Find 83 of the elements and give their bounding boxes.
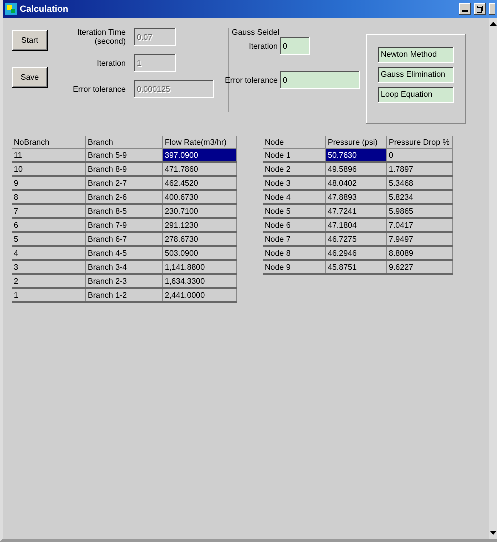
table-cell: 1 (12, 288, 86, 302)
table-cell: Branch 8-9 (86, 162, 162, 176)
table-cell: 7.0417 (386, 218, 452, 232)
table-cell: 50.7630 (326, 148, 386, 162)
maximize-button[interactable] (474, 3, 486, 15)
field-label: Error tolerance (72, 84, 126, 94)
table-cell: 47.8893 (326, 190, 386, 204)
table-cell: Branch 7-9 (86, 218, 162, 232)
table-cell: 47.1804 (326, 218, 386, 232)
table-cell: Branch 2-3 (86, 274, 162, 288)
scroll-bar[interactable] (489, 18, 497, 539)
input-field[interactable]: 0 (280, 71, 360, 89)
table-cell: Node 9 (263, 260, 326, 274)
table-cell: 49.5896 (326, 162, 386, 176)
table-cell: 5.3468 (386, 176, 452, 190)
group-title: Gauss Seidel (232, 28, 281, 37)
table-cell: 5.8234 (386, 190, 452, 204)
table-cell: 5.9865 (386, 204, 452, 218)
table-cell: 47.7241 (326, 204, 386, 218)
table-cell: 8.8089 (386, 246, 452, 260)
app-icon (5, 3, 17, 15)
scroll-up-icon (490, 22, 496, 26)
table-cell: Branch 4-5 (86, 246, 162, 260)
table-cell: Node 6 (263, 218, 326, 232)
field-label: Iteration (96, 58, 126, 68)
table-cell: 7.9497 (386, 232, 452, 246)
table-cell: Node 2 (263, 162, 326, 176)
table-cell: 1,634.3300 (162, 274, 236, 288)
table-cell: 9 (12, 176, 86, 190)
table-cell: 471.7860 (162, 162, 236, 176)
save-button[interactable]: Save (12, 67, 48, 88)
table-cell: 1.7897 (386, 162, 452, 176)
table-cell: 397.0900 (162, 148, 236, 162)
table-cell: Branch 3-4 (86, 260, 162, 274)
table-cell: Node 8 (263, 246, 326, 260)
table-cell: 45.8751 (326, 260, 386, 274)
table-cell: 11 (12, 148, 86, 162)
table-cell: 278.6730 (162, 232, 236, 246)
table-cell: Node 5 (263, 204, 326, 218)
table-cell: Node 7 (263, 232, 326, 246)
table-cell: 7 (12, 204, 86, 218)
table-cell: 48.0402 (326, 176, 386, 190)
table-cell: 2,441.0000 (162, 288, 236, 302)
scroll-down-icon (490, 531, 496, 535)
table-cell: 10 (12, 162, 86, 176)
table-cell: 0 (386, 148, 452, 162)
field-label: Iteration Time (second) (76, 28, 126, 46)
table-cell: Branch 8-5 (86, 204, 162, 218)
table-cell: Node 3 (263, 176, 326, 190)
field-label: Iteration (249, 42, 278, 50)
window-title: Calculation (20, 4, 69, 14)
method-option[interactable]: Loop Equation (378, 87, 454, 103)
table-cell: 2 (12, 274, 86, 288)
table-cell: 8 (12, 190, 86, 204)
table-cell: 46.7275 (326, 232, 386, 246)
column-header: Branch (86, 136, 162, 148)
table-cell: Branch 1-2 (86, 288, 162, 302)
table-cell: 4 (12, 246, 86, 260)
method-option[interactable]: Gauss Elimination (378, 67, 454, 83)
table-cell: Branch 2-7 (86, 176, 162, 190)
table-cell: 9.6227 (386, 260, 452, 274)
table-cell: 462.4520 (162, 176, 236, 190)
table-cell: 1,141.8800 (162, 260, 236, 274)
table-cell: 6 (12, 218, 86, 232)
table-cell: Branch 6-7 (86, 232, 162, 246)
minimize-button[interactable] (459, 3, 471, 15)
column-header: Node (263, 136, 326, 148)
table-cell: Branch 2-6 (86, 190, 162, 204)
table-cell: 5 (12, 232, 86, 246)
table-cell: 230.7100 (162, 204, 236, 218)
method-option[interactable]: Newton Method (378, 47, 454, 63)
table-cell: 503.0900 (162, 246, 236, 260)
start-button[interactable]: Start (12, 30, 48, 51)
table-cell: 291.1230 (162, 218, 236, 232)
input-field[interactable]: 0 (280, 37, 310, 55)
column-header: Pressure Drop % (386, 136, 452, 148)
field-label: Error tolerance (225, 76, 278, 84)
table-cell: 400.6730 (162, 190, 236, 204)
table-cell: 46.2946 (326, 246, 386, 260)
table-cell: Node 4 (263, 190, 326, 204)
column-header: NoBranch (12, 136, 86, 148)
restore-icon (476, 6, 484, 12)
table-cell: 3 (12, 260, 86, 274)
